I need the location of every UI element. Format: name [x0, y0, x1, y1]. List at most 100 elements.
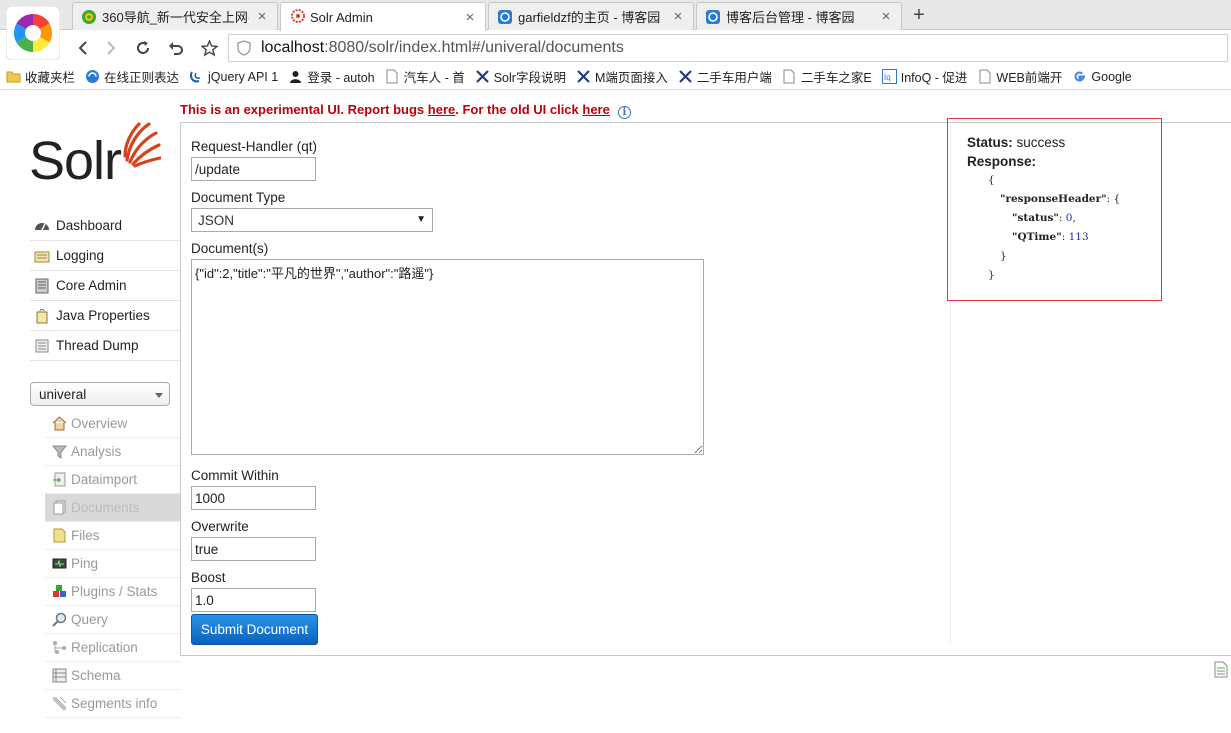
- chevron-down-icon: [155, 393, 163, 398]
- documents-textarea[interactable]: {"id":2,"title":"平凡的世界","author":"路遥"}: [191, 259, 704, 455]
- submit-document-button[interactable]: Submit Document: [191, 614, 318, 645]
- reload-icon: [137, 41, 149, 54]
- bookmark-infoq[interactable]: Iq InfoQ - 促进: [881, 67, 967, 86]
- bookmark-regex[interactable]: 在线正则表达: [85, 67, 179, 86]
- boost-input[interactable]: [191, 588, 316, 612]
- request-handler-input[interactable]: [191, 157, 316, 181]
- forward-arrow-icon: [107, 41, 116, 55]
- tab-solr-admin[interactable]: Solr Admin ×: [280, 2, 486, 31]
- undo-button[interactable]: [165, 37, 187, 59]
- core-nav-files[interactable]: Files: [45, 522, 180, 550]
- undo-icon: [169, 42, 183, 55]
- commit-within-label: Commit Within: [191, 468, 279, 483]
- favorite-button[interactable]: [198, 37, 220, 59]
- core-nav-documents[interactable]: Documents: [45, 494, 180, 522]
- forward-button[interactable]: [100, 37, 122, 59]
- core-nav-query[interactable]: Query: [45, 606, 180, 634]
- nav-dashboard[interactable]: Dashboard: [30, 211, 180, 241]
- back-arrow-icon: [78, 41, 87, 55]
- core-nav-schema[interactable]: Schema: [45, 662, 180, 690]
- solr-icon: [291, 9, 305, 23]
- report-bugs-link[interactable]: here: [428, 102, 455, 117]
- core-selector-value: univeral: [39, 386, 87, 402]
- core-nav: Overview Analysis Dataimport Documents F…: [45, 410, 180, 718]
- bookmark-qicheren[interactable]: 汽车人 - 首: [385, 67, 465, 86]
- bookmark-solr-fields[interactable]: Solr字段说明: [475, 67, 566, 86]
- close-icon[interactable]: ×: [671, 8, 685, 25]
- document-type-select[interactable]: JSON ▼: [191, 208, 433, 232]
- home-icon: [52, 416, 67, 431]
- nav-java-properties[interactable]: Java Properties: [30, 301, 180, 331]
- solr-sunburst-icon: [123, 122, 161, 168]
- request-handler-label: Request-Handler (qt): [191, 139, 318, 154]
- core-nav-plugins-stats[interactable]: Plugins / Stats: [45, 578, 180, 606]
- experimental-ui-notice: This is an experimental UI. Report bugs …: [180, 102, 631, 119]
- core-nav-ping[interactable]: Ping: [45, 550, 180, 578]
- document-type-label: Document Type: [191, 190, 286, 205]
- tab-360-nav[interactable]: 360导航_新一代安全上网导航 ×: [72, 2, 278, 30]
- bookmark-used-car-user[interactable]: 二手车用户端: [678, 67, 772, 86]
- document-type-value: JSON: [198, 212, 235, 228]
- nav-logging[interactable]: Logging: [30, 241, 180, 271]
- nav-core-admin[interactable]: Core Admin: [30, 271, 180, 301]
- core-nav-replication[interactable]: Replication: [45, 634, 180, 662]
- page-icon: [385, 69, 400, 84]
- core-nav-overview[interactable]: Overview: [45, 410, 180, 438]
- tab-label: 360导航_新一代安全上网导航: [102, 10, 249, 25]
- bookmark-m-page[interactable]: M端页面接入: [576, 67, 668, 86]
- bookmarks-bar: 收藏夹栏 在线正则表达 jQuery API 1 登录 - autoh 汽车人 …: [0, 64, 1231, 90]
- core-nav-segments-info[interactable]: Segments info: [45, 690, 180, 718]
- tab-label: 博客后台管理 - 博客园: [726, 10, 855, 25]
- core-nav-dataimport[interactable]: Dataimport: [45, 466, 180, 494]
- response-panel: Status: success Response: { "responseHea…: [947, 118, 1162, 301]
- bookmark-jquery[interactable]: jQuery API 1: [189, 69, 278, 84]
- bookmark-favorites[interactable]: 收藏夹栏: [6, 67, 75, 86]
- close-icon[interactable]: ×: [463, 9, 477, 26]
- new-tab-button[interactable]: +: [908, 4, 930, 26]
- reload-button[interactable]: [132, 37, 154, 59]
- info-icon[interactable]: i: [617, 106, 631, 119]
- ping-icon: [52, 558, 67, 569]
- tab-blog-admin[interactable]: 博客后台管理 - 博客园 ×: [696, 2, 902, 30]
- back-button[interactable]: [72, 37, 94, 59]
- overwrite-input[interactable]: [191, 537, 316, 561]
- document-icon[interactable]: [1214, 661, 1228, 678]
- bookmark-web-frontend[interactable]: WEB前端开: [977, 67, 1062, 86]
- core-nav-analysis[interactable]: Analysis: [45, 438, 180, 466]
- files-icon: [53, 528, 66, 543]
- globe-icon: [85, 69, 100, 84]
- boost-label: Boost: [191, 570, 226, 585]
- tab-label: Solr Admin: [310, 9, 373, 25]
- svg-text:Iq: Iq: [884, 73, 891, 82]
- address-bar[interactable]: localhost:8080/solr/index.html#/univeral…: [228, 34, 1228, 62]
- shield-icon: [237, 40, 251, 56]
- search-icon: [52, 612, 67, 627]
- documents-icon: [53, 500, 66, 515]
- close-icon[interactable]: ×: [879, 8, 893, 25]
- browser-nav-bar: localhost:8080/solr/index.html#/univeral…: [0, 31, 1231, 64]
- url-host: localhost: [261, 39, 325, 56]
- bookmark-used-car-home[interactable]: 二手车之家E: [782, 67, 872, 86]
- old-ui-link[interactable]: here: [582, 102, 609, 117]
- jquery-icon: [189, 69, 204, 84]
- import-icon: [53, 472, 66, 487]
- nav-thread-dump[interactable]: Thread Dump: [30, 331, 180, 361]
- close-icon[interactable]: ×: [255, 8, 269, 25]
- core-selector[interactable]: univeral: [30, 382, 170, 406]
- segments-icon: [52, 696, 67, 711]
- commit-within-input[interactable]: [191, 486, 316, 510]
- 360-icon: [82, 9, 96, 24]
- logo-wordmark: Solr: [29, 131, 122, 191]
- url-path: :8080/solr/index.html#/univeral/document…: [324, 39, 624, 56]
- replication-icon: [53, 641, 66, 654]
- bookmark-autohome-login[interactable]: 登录 - autoh: [288, 67, 375, 86]
- tab-garfield-home[interactable]: garfieldzf的主页 - 博客园 ×: [488, 2, 694, 30]
- logging-icon: [34, 251, 50, 262]
- response-json: { "responseHeader": { "status": 0, "QTim…: [988, 174, 1121, 281]
- dashboard-icon: [35, 222, 49, 230]
- bookmark-google[interactable]: Google: [1072, 69, 1132, 84]
- solr-logo[interactable]: Solr: [29, 120, 161, 190]
- browser-tab-bar: 360导航_新一代安全上网导航 × Solr Admin × garfieldz…: [0, 0, 1231, 31]
- browser-logo-icon: [6, 6, 60, 60]
- triangle-down-icon: ▼: [416, 214, 426, 225]
